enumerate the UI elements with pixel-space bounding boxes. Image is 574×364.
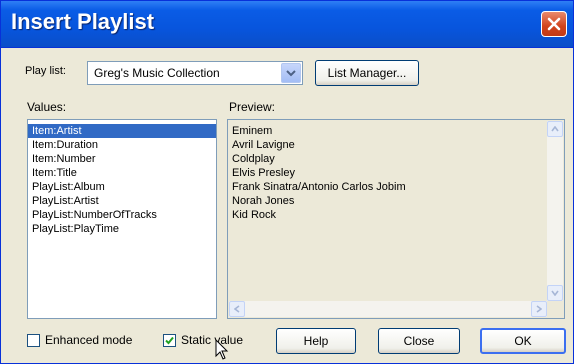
check-icon [165,336,174,345]
preview-label: Preview: [229,100,276,114]
preview-line: Avril Lavigne [232,139,295,151]
list-item[interactable]: Item:Title [28,166,216,180]
scroll-up-button[interactable] [547,121,563,137]
title-bar[interactable]: Insert Playlist [1,1,573,48]
close-icon [547,17,561,31]
enhanced-mode-checkbox[interactable] [27,334,40,347]
playlist-selected-value: Greg's Music Collection [94,66,220,80]
help-button[interactable]: Help [276,328,356,354]
preview-vertical-scrollbar[interactable] [547,121,563,301]
enhanced-mode-label[interactable]: Enhanced mode [45,333,132,347]
close-button[interactable]: Close [378,328,460,354]
preview-horizontal-scrollbar[interactable] [229,301,547,317]
scroll-down-icon [551,290,559,296]
scroll-left-button[interactable] [229,301,245,317]
list-item[interactable]: PlayList:NumberOfTracks [28,208,216,222]
preview-line: Norah Jones [232,195,295,207]
preview-line: Frank Sinatra/Antonio Carlos Jobim [232,181,406,193]
scroll-down-button[interactable] [547,285,563,301]
values-list-items: Item:Artist Item:Duration Item:Number It… [28,120,216,236]
values-list[interactable]: Item:Artist Item:Duration Item:Number It… [27,119,217,319]
list-item[interactable]: Item:Number [28,152,216,166]
preview-content: Eminem Avril Lavigne Coldplay Elvis Pres… [232,124,406,222]
preview-line: Eminem [232,125,273,137]
playlist-dropdown-button[interactable] [281,63,301,83]
playlist-dropdown[interactable]: Greg's Music Collection [87,61,303,85]
mouse-cursor-icon [215,339,229,360]
scroll-right-button[interactable] [531,301,547,317]
preview-line: Kid Rock [232,209,277,221]
playlist-label: Play list: [25,65,66,77]
list-item[interactable]: PlayList:Artist [28,194,216,208]
insert-playlist-dialog: Insert Playlist Play list: Greg's Music … [0,0,574,364]
list-item[interactable]: Item:Artist [28,124,216,138]
close-window-button[interactable] [541,11,567,37]
list-item[interactable]: PlayList:PlayTime [28,222,216,236]
static-value-label[interactable]: Static value [181,333,243,347]
values-label: Values: [27,100,67,114]
list-item[interactable]: PlayList:Album [28,180,216,194]
preview-line: Elvis Presley [232,167,295,179]
static-value-checkbox[interactable] [163,334,176,347]
ok-button[interactable]: OK [480,328,566,354]
dialog-title: Insert Playlist [11,9,155,34]
scroll-up-icon [551,126,559,132]
chevron-down-icon [286,70,296,77]
list-manager-button[interactable]: List Manager... [315,60,419,86]
scroll-left-icon [234,305,240,313]
list-item[interactable]: Item:Duration [28,138,216,152]
preview-box[interactable]: Eminem Avril Lavigne Coldplay Elvis Pres… [227,119,565,319]
preview-line: Coldplay [232,153,275,165]
scroll-right-icon [536,305,542,313]
